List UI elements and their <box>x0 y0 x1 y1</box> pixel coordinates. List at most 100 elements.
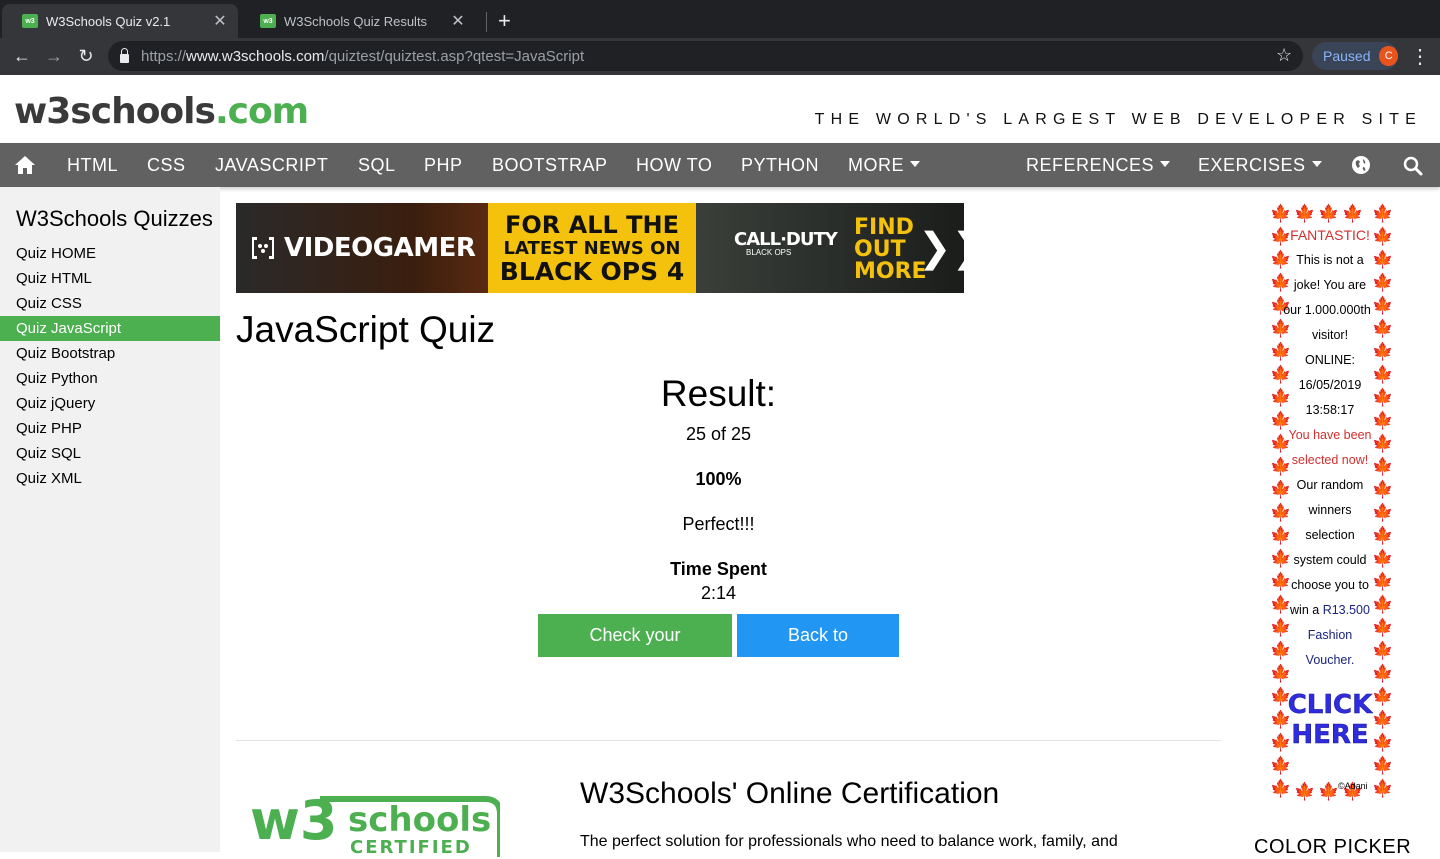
maple-leaf-icon: 🍁 <box>1342 204 1364 223</box>
sidebar-item-quiz-html[interactable]: Quiz HTML <box>0 266 220 291</box>
score-text: 25 of 25 <box>685 424 752 444</box>
tab-divider <box>486 12 487 32</box>
w3schools-logo[interactable]: w3schools.com <box>14 91 309 132</box>
caret-down-icon <box>1160 161 1171 168</box>
maple-leaf-icon: 🍁 <box>1372 756 1392 775</box>
home-icon[interactable] <box>14 155 36 175</box>
banner-ad[interactable]: VIDEOGAMER FOR ALL THE LATEST NEWS ON BL… <box>236 203 964 293</box>
new-tab-button[interactable]: + <box>498 8 511 34</box>
percent-text: 100% <box>695 469 742 489</box>
nav-how-to[interactable]: HOW TO <box>636 143 712 187</box>
page-title: JavaScript Quiz <box>236 309 496 350</box>
sidebar-item-quiz-python[interactable]: Quiz Python <box>0 366 220 391</box>
nav-bootstrap[interactable]: BOOTSTRAP <box>492 143 608 187</box>
verdict-text: Perfect!!! <box>682 514 755 534</box>
maple-leaf-icon: 🍁 <box>1318 204 1340 223</box>
close-tab-icon[interactable]: ✕ <box>212 11 228 31</box>
nav-html[interactable]: HTML <box>67 143 118 187</box>
ad-game-panel: CALL·DUTY BLACK OPS FIND OUT MORE ❯❯ <box>696 203 964 293</box>
caret-down-icon <box>1311 161 1322 168</box>
ad-game-title: CALL·DUTY <box>734 229 838 250</box>
reload-icon[interactable]: ↻ <box>74 44 98 68</box>
sidebar-item-quiz-javascript[interactable]: Quiz JavaScript <box>0 316 220 341</box>
result-panel: Result: 25 of 25 100% Perfect!!! Time Sp… <box>236 369 1201 688</box>
maple-leaf-icon: 🍁 <box>1372 526 1392 545</box>
forward-arrow-icon[interactable]: → <box>42 44 66 68</box>
maple-leaf-icon: 🍁 <box>1372 503 1392 522</box>
result-heading: Result: <box>660 373 777 414</box>
maple-leaf-icon: 🍁 <box>1372 342 1392 361</box>
logo-w3-text: w3 <box>250 789 337 852</box>
close-tab-icon[interactable]: ✕ <box>450 11 466 31</box>
profile-button[interactable]: Paused C <box>1312 42 1398 70</box>
quiz-sidebar: W3Schools Quizzes Quiz HOME Quiz HTML Qu… <box>0 187 220 852</box>
nav-php[interactable]: PHP <box>424 143 463 187</box>
section-divider <box>236 740 1221 741</box>
ad-game-subtitle: BLACK OPS <box>746 248 792 257</box>
maple-leaf-icon: 🍁 <box>1372 457 1392 476</box>
maple-leaf-icon: 🍁 <box>1270 756 1292 775</box>
maple-leaf-icon: 🍁 <box>1372 411 1392 430</box>
browser-tab-bar: w3 W3Schools Quiz v2.1 ✕ w3 W3Schools Qu… <box>0 0 1440 38</box>
main-content: VIDEOGAMER FOR ALL THE LATEST NEWS ON BL… <box>236 187 1221 857</box>
maple-leaf-icon: 🍁 <box>1372 779 1392 798</box>
sidebar-heading: W3Schools Quizzes <box>16 206 213 231</box>
ad-brand-panel: VIDEOGAMER <box>236 203 488 293</box>
bookmark-star-icon[interactable]: ☆ <box>1276 45 1292 66</box>
maple-leaf-icon: 🍁 <box>1372 227 1392 246</box>
tab-quiz-results[interactable]: w3 W3Schools Quiz Results ✕ <box>240 4 476 38</box>
ad-click-here[interactable]: CLICK HERE <box>1278 690 1382 751</box>
nav-javascript[interactable]: JAVASCRIPT <box>215 143 328 187</box>
sidebar-item-quiz-jquery[interactable]: Quiz jQuery <box>0 391 220 416</box>
sidebar-item-quiz-css[interactable]: Quiz CSS <box>0 291 220 316</box>
maple-leaf-icon: 🍁 <box>1372 572 1392 591</box>
browser-toolbar: ← → ↻ https://www.w3schools.com/quiztest… <box>0 38 1440 75</box>
top-navigation: HTML CSS JAVASCRIPT SQL PHP BOOTSTRAP HO… <box>0 143 1440 187</box>
side-ad[interactable]: 🍁 🍁 🍁 🍁 🍁 🍁 🍁 🍁 🍁 🍁 🍁 🍁 🍁 🍁 🍁 🍁 🍁 🍁 🍁 🍁 🍁 🍁 🍁 🍁 🍁 🍁 🍁 🍁 🍁 🍁 🍁 🍁 🍁 🍁 🍁 🍁 🍁 🍁 🍁 🍁… <box>1268 203 1392 803</box>
sidebar-item-quiz-sql[interactable]: Quiz SQL <box>0 441 220 466</box>
ad-brand-text: VIDEOGAMER <box>284 233 476 263</box>
maple-leaf-icon: 🍁 <box>1294 204 1316 223</box>
nav-more[interactable]: MORE <box>848 143 920 187</box>
maple-leaf-icon: 🍁 <box>1372 641 1392 660</box>
tab-quiz[interactable]: w3 W3Schools Quiz v2.1 ✕ <box>2 4 238 38</box>
sidebar-item-quiz-home[interactable]: Quiz HOME <box>0 241 220 266</box>
logo-schools-text: schools <box>348 800 491 840</box>
address-bar[interactable]: https://www.w3schools.com/quiztest/quizt… <box>108 41 1303 71</box>
site-tagline: THE WORLD'S LARGEST WEB DEVELOPER SITE <box>814 111 1422 128</box>
back-arrow-icon[interactable]: ← <box>10 44 34 68</box>
maple-leaf-icon: 🍁 <box>1372 204 1392 223</box>
maple-leaf-icon: 🍁 <box>1372 250 1392 269</box>
globe-icon[interactable] <box>1351 155 1371 175</box>
result-actions: Check your answers Back to Quizzes <box>236 614 1201 688</box>
tab-title: W3Schools Quiz v2.1 <box>46 13 171 29</box>
browser-menu-icon[interactable]: ⋮ <box>1410 44 1430 69</box>
caret-down-icon <box>910 161 920 168</box>
maple-leaf-icon: 🍁 <box>1270 779 1292 798</box>
nav-css[interactable]: CSS <box>147 143 186 187</box>
nav-references[interactable]: REFERENCES <box>1026 143 1171 187</box>
sidebar-item-quiz-php[interactable]: Quiz PHP <box>0 416 220 441</box>
maple-leaf-icon: 🍁 <box>1372 618 1392 637</box>
sidebar-item-quiz-xml[interactable]: Quiz XML <box>0 466 220 491</box>
nav-sql[interactable]: SQL <box>358 143 396 187</box>
nav-exercises[interactable]: EXERCISES <box>1198 143 1322 187</box>
maple-leaf-icon: 🍁 <box>1372 595 1392 614</box>
maple-leaf-icon: 🍁 <box>1372 549 1392 568</box>
ad-copyright: ©Adani <box>1338 781 1368 791</box>
check-answers-button[interactable]: Check your answers <box>538 614 732 688</box>
logo-certified-text: CERTIFIED <box>350 837 472 857</box>
w3schools-favicon-icon: w3 <box>22 14 38 28</box>
nav-python[interactable]: PYTHON <box>741 143 819 187</box>
maple-leaf-icon: 🍁 <box>1318 782 1340 801</box>
search-icon[interactable] <box>1403 156 1423 176</box>
avatar: C <box>1379 46 1398 66</box>
maple-leaf-icon: 🍁 <box>1372 480 1392 499</box>
sidebar-item-quiz-bootstrap[interactable]: Quiz Bootstrap <box>0 341 220 366</box>
color-picker-heading: COLOR PICKER <box>1254 836 1412 858</box>
profile-status: Paused <box>1323 48 1371 64</box>
w3schools-certified-logo[interactable]: w3 schools CERTIFIED <box>250 787 500 857</box>
w3schools-favicon-icon: w3 <box>260 14 276 28</box>
site-header: w3schools.com THE WORLD'S LARGEST WEB DE… <box>0 75 1440 143</box>
back-to-quizzes-button[interactable]: Back to Quizzes <box>737 614 899 688</box>
